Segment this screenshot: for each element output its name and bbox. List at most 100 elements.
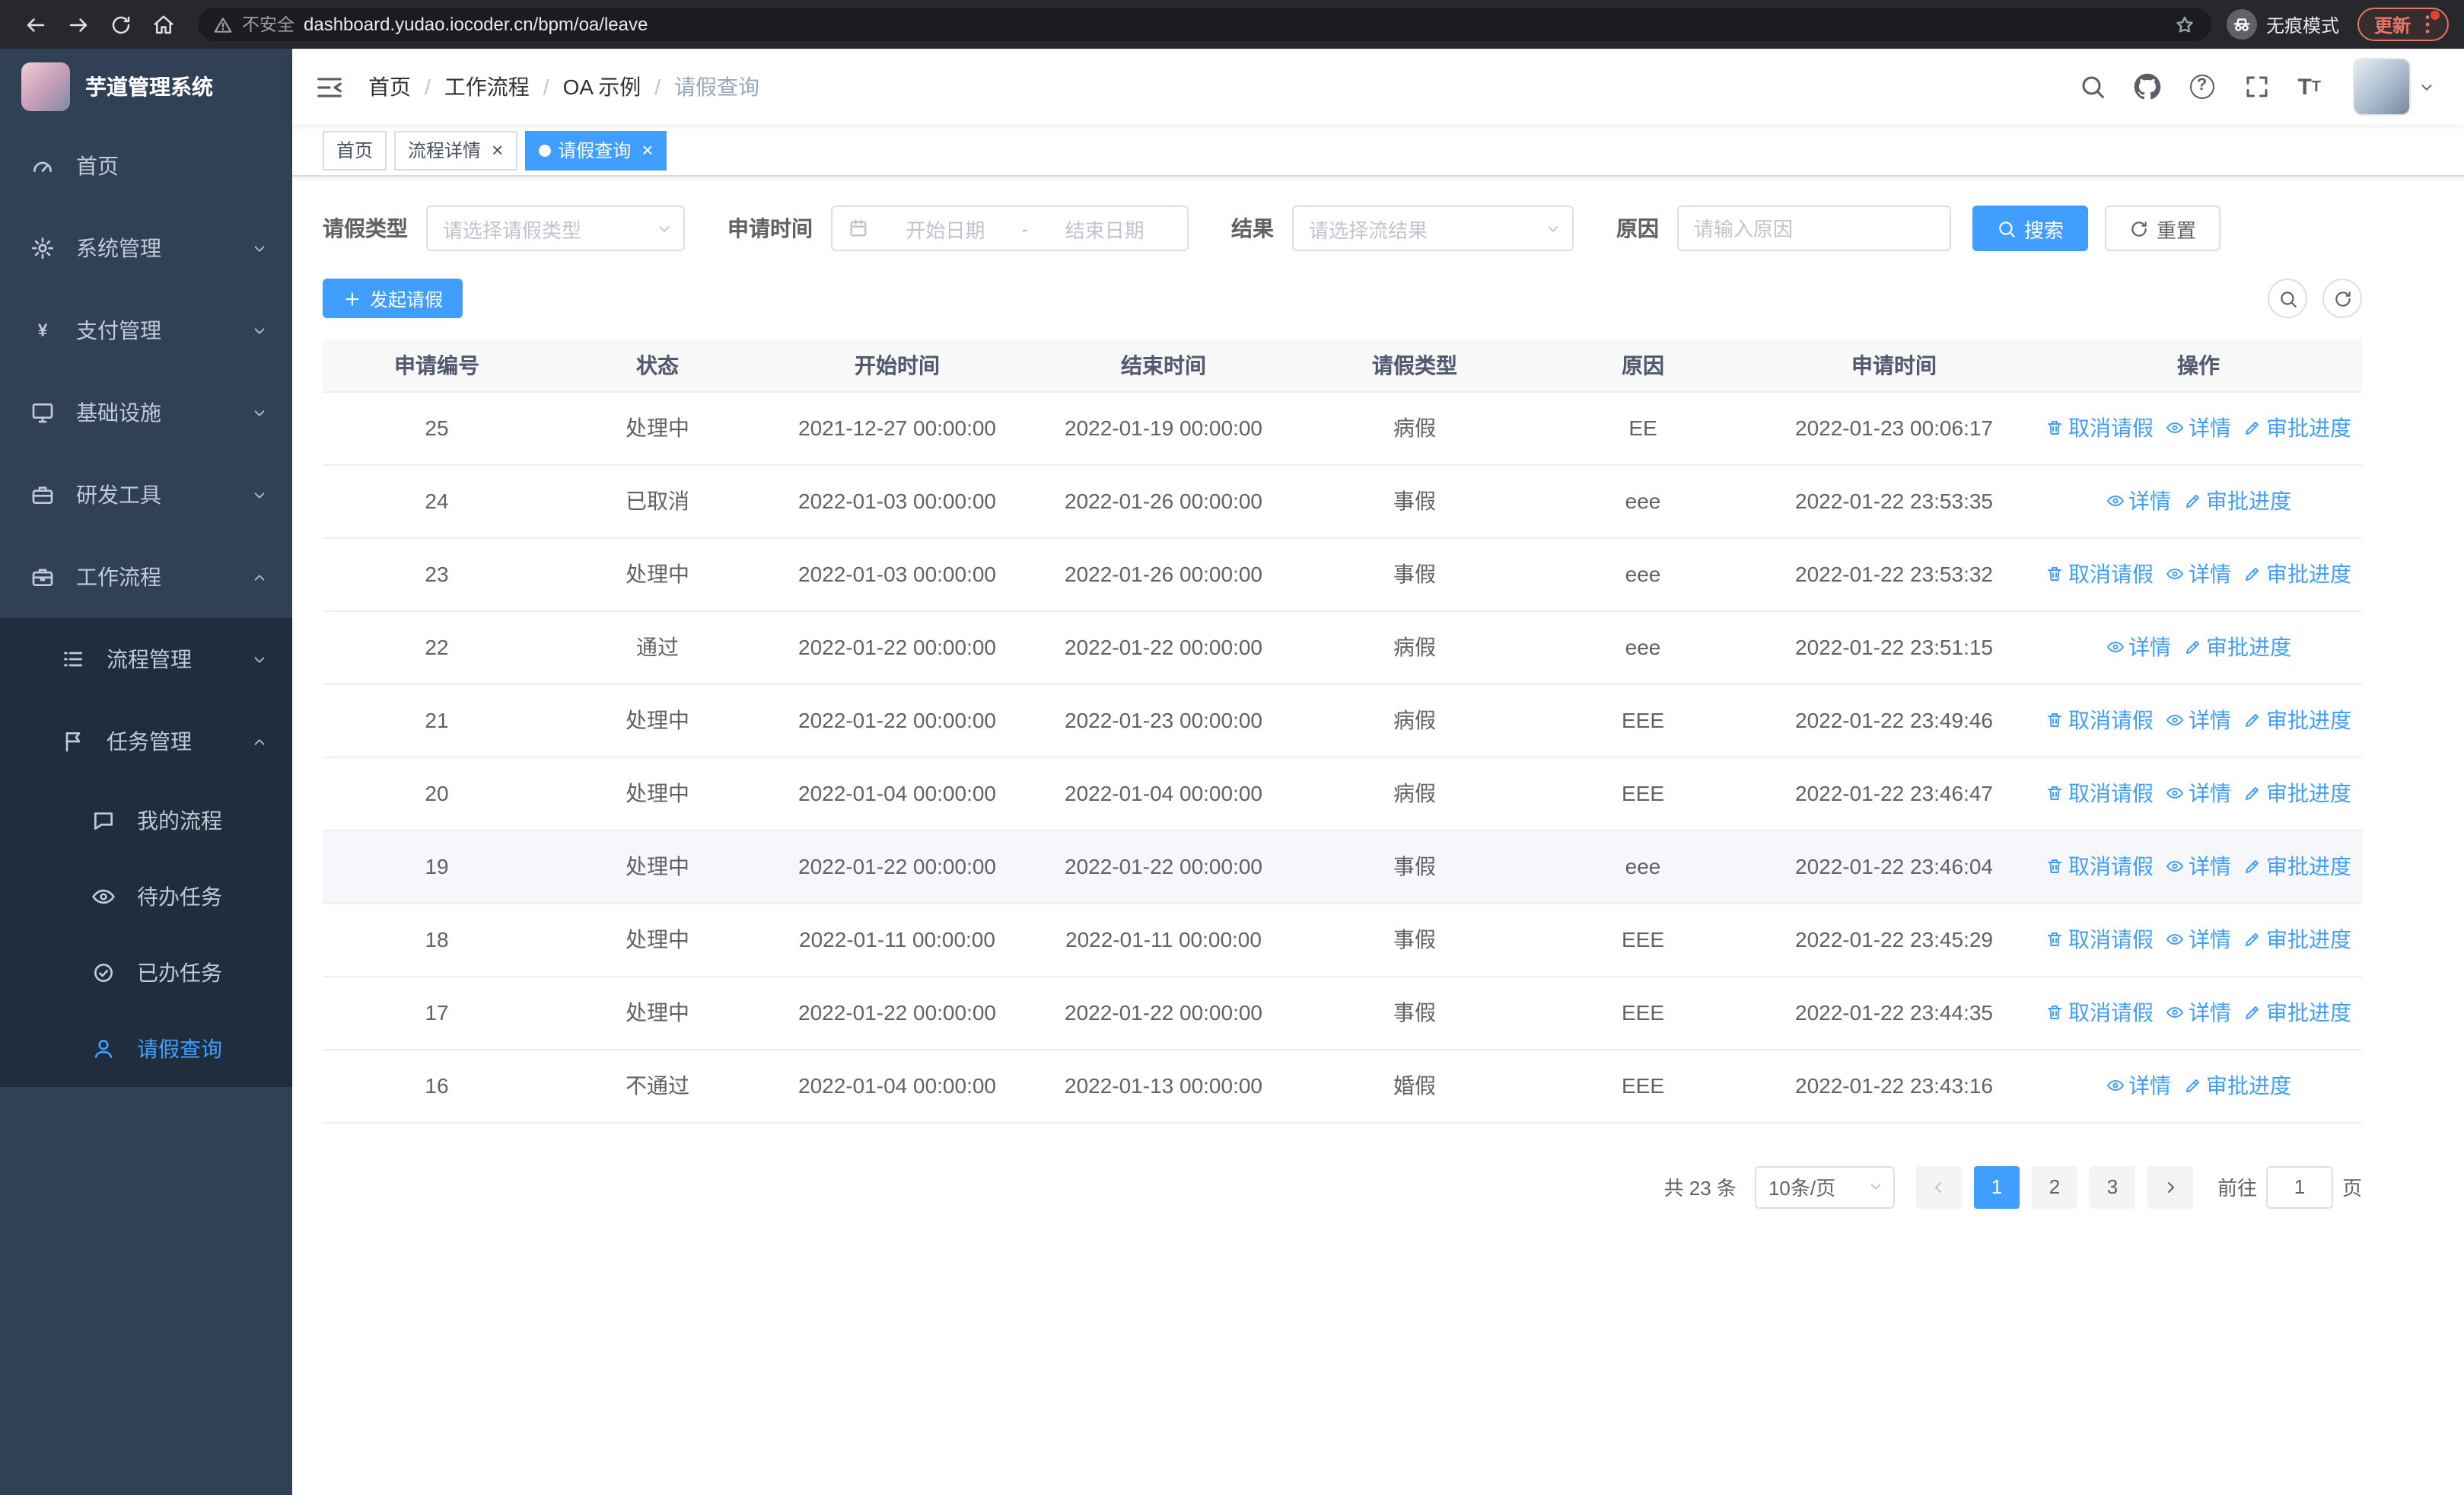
tags-view-item[interactable]: 流程详情 × xyxy=(394,130,517,170)
reload-icon[interactable] xyxy=(100,5,140,44)
sidebar-item-task-management[interactable]: 任务管理 xyxy=(0,700,292,783)
sidebar-toggle-icon[interactable] xyxy=(315,72,344,101)
progress-action-link[interactable]: 审批进度 xyxy=(2243,778,2351,808)
create-leave-button[interactable]: 发起请假 xyxy=(323,279,463,318)
table-cell: eee xyxy=(1533,610,1753,684)
progress-action-link[interactable]: 审批进度 xyxy=(2243,413,2351,443)
leave-type-select[interactable]: 请选择请假类型 xyxy=(426,206,685,251)
browser-menu-icon[interactable] xyxy=(2415,11,2440,37)
fullscreen-icon[interactable] xyxy=(2243,73,2270,100)
bookmark-star-icon[interactable] xyxy=(2173,13,2196,36)
user-avatar[interactable] xyxy=(2353,58,2411,116)
result-select[interactable]: 请选择流结果 xyxy=(1292,206,1574,251)
sidebar-item-infra[interactable]: 基础设施 xyxy=(0,371,292,454)
chevron-left-icon xyxy=(1930,1178,1948,1196)
goto-page-input[interactable] xyxy=(2265,1165,2333,1208)
page-button-2[interactable]: 2 xyxy=(2031,1165,2077,1208)
sidebar-item-leave-query[interactable]: 请假查询 xyxy=(0,1011,292,1087)
sidebar-item-workflow[interactable]: 工作流程 xyxy=(0,536,292,618)
close-icon[interactable]: × xyxy=(641,140,653,160)
sidebar-item-devtools[interactable]: 研发工具 xyxy=(0,454,292,536)
sidebar-item-process-management[interactable]: 流程管理 xyxy=(0,618,292,700)
progress-action-link[interactable]: 审批进度 xyxy=(2183,632,2291,662)
font-size-icon[interactable]: TT xyxy=(2297,73,2321,100)
reason-input-wrapper xyxy=(1677,206,1951,251)
cancel-action-link[interactable]: 取消请假 xyxy=(2045,778,2154,808)
help-icon[interactable]: ? xyxy=(2188,73,2215,100)
detail-action-link[interactable]: 详情 xyxy=(2106,1070,2171,1101)
progress-action-link[interactable]: 审批进度 xyxy=(2183,486,2291,516)
close-icon[interactable]: × xyxy=(492,140,503,160)
progress-action-link[interactable]: 审批进度 xyxy=(2243,924,2351,955)
page-button-3[interactable]: 3 xyxy=(2089,1165,2135,1208)
sidebar-item-payment[interactable]: ¥ 支付管理 xyxy=(0,289,292,371)
progress-action-link[interactable]: 审批进度 xyxy=(2243,705,2351,735)
not-secure-warning-icon xyxy=(213,14,233,34)
table-cell: 2022-01-22 00:00:00 xyxy=(764,684,1030,757)
table-cell: 事假 xyxy=(1297,830,1533,904)
apply-time-range-picker[interactable]: 开始日期 - 结束日期 xyxy=(831,206,1189,251)
page-button-1[interactable]: 1 xyxy=(1973,1165,2020,1208)
breadcrumb-item[interactable]: 工作流程 xyxy=(444,72,530,102)
progress-action-link[interactable]: 审批进度 xyxy=(2243,559,2351,589)
cancel-action-link[interactable]: 取消请假 xyxy=(2045,851,2154,881)
update-button[interactable]: 更新 xyxy=(2357,8,2449,41)
table-cell: 已取消 xyxy=(551,464,764,538)
refresh-icon xyxy=(2129,218,2149,238)
app-logo[interactable]: 芋道管理系统 xyxy=(0,49,292,125)
next-page-button[interactable] xyxy=(2147,1165,2193,1208)
table-cell: 通过 xyxy=(551,610,764,684)
detail-action-link[interactable]: 详情 xyxy=(2106,486,2171,516)
sidebar-item-label: 首页 xyxy=(76,154,119,178)
table-cell: 2022-01-22 23:45:29 xyxy=(1753,903,2035,977)
detail-action-link[interactable]: 详情 xyxy=(2166,924,2231,955)
detail-action-link[interactable]: 详情 xyxy=(2106,632,2171,662)
sidebar-item-done-tasks[interactable]: 已办任务 xyxy=(0,935,292,1011)
detail-action-link[interactable]: 详情 xyxy=(2166,997,2231,1028)
sidebar-item-home[interactable]: 首页 xyxy=(0,125,292,207)
prev-page-button[interactable] xyxy=(1915,1165,1962,1208)
detail-action-link[interactable]: 详情 xyxy=(2166,778,2231,808)
back-icon[interactable] xyxy=(15,5,55,44)
detail-action-link[interactable]: 详情 xyxy=(2166,705,2231,735)
table-cell: 2022-01-19 00:00:00 xyxy=(1030,391,1297,465)
cancel-action-link[interactable]: 取消请假 xyxy=(2045,924,2154,955)
reset-button[interactable]: 重置 xyxy=(2105,206,2221,251)
progress-action-link[interactable]: 审批进度 xyxy=(2243,851,2351,881)
forward-icon[interactable] xyxy=(58,5,97,44)
table-cell: 2022-01-22 23:46:47 xyxy=(1753,757,2035,830)
cancel-action-link[interactable]: 取消请假 xyxy=(2045,705,2154,735)
progress-action-link[interactable]: 审批进度 xyxy=(2243,997,2351,1028)
eye-icon xyxy=(2106,1076,2124,1095)
github-icon[interactable] xyxy=(2133,73,2160,100)
sidebar-item-system[interactable]: 系统管理 xyxy=(0,207,292,289)
sidebar-item-todo-tasks[interactable]: 待办任务 xyxy=(0,859,292,935)
logo-avatar xyxy=(21,62,70,111)
reason-input[interactable] xyxy=(1679,207,1950,250)
tags-view-item[interactable]: 请假查询 × xyxy=(524,130,667,170)
breadcrumb-item[interactable]: OA 示例 xyxy=(563,72,641,102)
toggle-search-icon[interactable] xyxy=(2268,279,2307,318)
refresh-table-icon[interactable] xyxy=(2322,279,2362,318)
detail-action-link[interactable]: 详情 xyxy=(2166,851,2231,881)
progress-action-link[interactable]: 审批进度 xyxy=(2183,1070,2291,1101)
tags-view-item[interactable]: 首页 xyxy=(323,130,387,170)
detail-action-link[interactable]: 详情 xyxy=(2166,559,2231,589)
chevron-down-icon[interactable] xyxy=(2418,78,2435,95)
eye-icon xyxy=(2166,565,2184,583)
detail-action-link[interactable]: 详情 xyxy=(2166,413,2231,443)
cancel-action-link[interactable]: 取消请假 xyxy=(2045,997,2154,1028)
actions-cell: 详情 审批进度 xyxy=(2035,1049,2362,1123)
search-icon[interactable] xyxy=(2078,73,2106,100)
address-bar[interactable]: 不安全 dashboard.yudao.iocoder.cn/bpm/oa/le… xyxy=(198,8,2211,41)
sidebar-item-my-process[interactable]: 我的流程 xyxy=(0,783,292,859)
page-size-select[interactable]: 10条/页 xyxy=(1754,1165,1895,1208)
table-cell: 24 xyxy=(323,464,551,538)
cancel-action-link[interactable]: 取消请假 xyxy=(2045,559,2154,589)
home-icon[interactable] xyxy=(143,5,183,44)
table-cell: 病假 xyxy=(1297,757,1533,830)
breadcrumb-item[interactable]: 首页 xyxy=(368,72,411,102)
column-header: 申请编号 xyxy=(323,339,551,392)
cancel-action-link[interactable]: 取消请假 xyxy=(2045,413,2154,443)
search-button[interactable]: 搜索 xyxy=(1972,206,2089,251)
